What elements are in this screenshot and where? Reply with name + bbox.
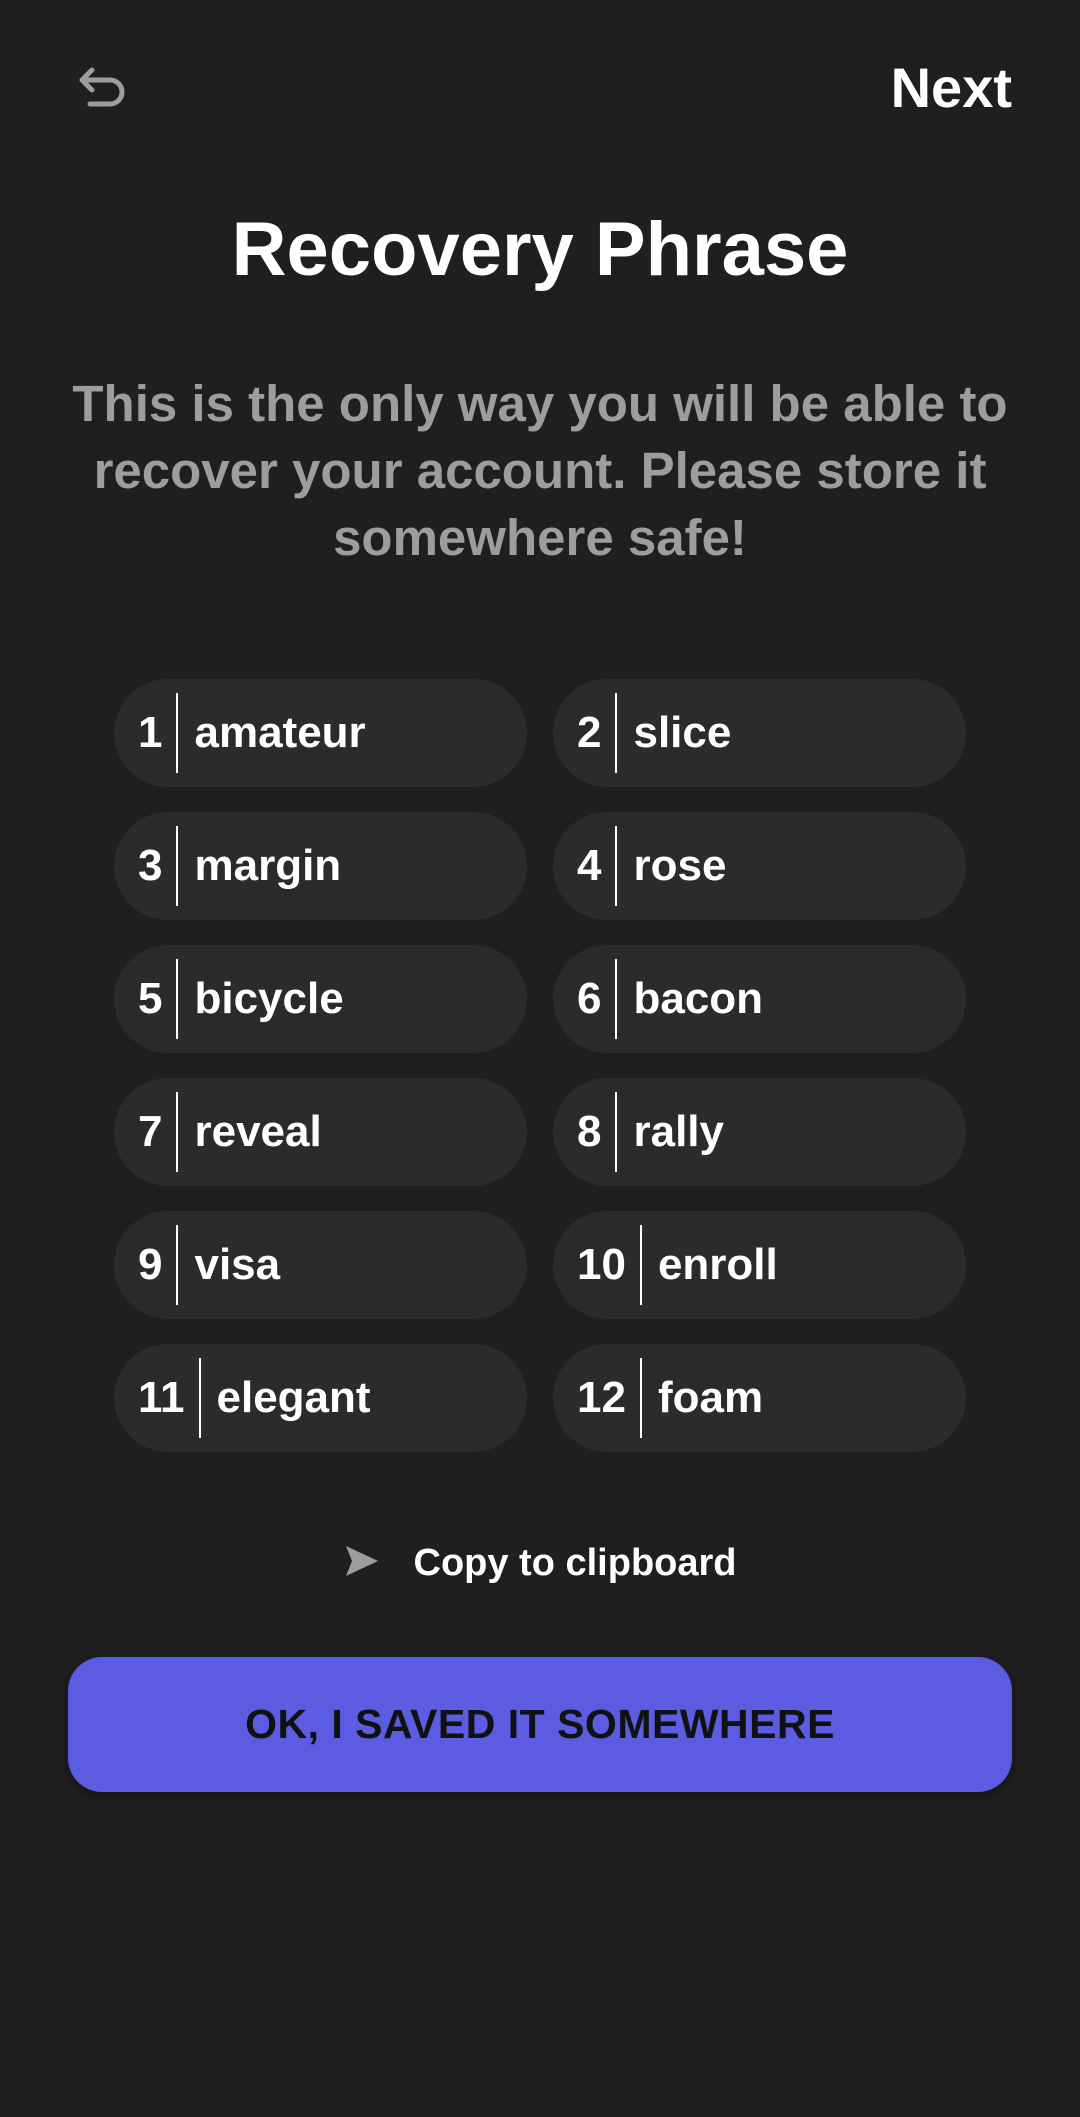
next-button[interactable]: Next xyxy=(891,52,1012,124)
recovery-word-text: rose xyxy=(633,841,727,890)
copy-to-clipboard-button[interactable]: Copy to clipboard xyxy=(0,1535,1080,1591)
recovery-words-grid: 1 amateur 2 slice 3 margin 4 rose 5 bicycle 6 bacon… xyxy=(114,679,966,1452)
undo-arrow-icon xyxy=(76,64,128,117)
recovery-word-number: 6 xyxy=(577,959,618,1039)
recovery-word-text: enroll xyxy=(657,1240,778,1289)
recovery-word-text: foam xyxy=(657,1373,764,1422)
recovery-word-9: 9 visa xyxy=(114,1211,527,1319)
recovery-word-7: 7 reveal xyxy=(114,1078,527,1186)
recovery-word-text: visa xyxy=(194,1240,281,1289)
recovery-word-8: 8 rally xyxy=(553,1078,966,1186)
copy-to-clipboard-label: Copy to clipboard xyxy=(413,1541,737,1584)
recovery-word-10: 10 enroll xyxy=(553,1211,966,1319)
page-title: Recovery Phrase xyxy=(231,207,849,292)
recovery-word-number: 3 xyxy=(138,826,179,906)
recovery-word-text: amateur xyxy=(194,708,366,757)
recovery-word-number: 9 xyxy=(138,1225,179,1305)
back-button[interactable] xyxy=(70,58,134,122)
recovery-word-4: 4 rose xyxy=(553,812,966,920)
instructions-text: This is the only way you will be able to… xyxy=(72,375,1008,566)
recovery-word-5: 5 bicycle xyxy=(114,945,527,1053)
recovery-word-text: bicycle xyxy=(194,974,344,1023)
recovery-word-number: 5 xyxy=(138,959,179,1039)
recovery-word-number: 11 xyxy=(138,1358,201,1438)
recovery-word-1: 1 amateur xyxy=(114,679,527,787)
recovery-word-text: reveal xyxy=(194,1107,322,1156)
recovery-word-number: 1 xyxy=(138,693,179,773)
recovery-word-3: 3 margin xyxy=(114,812,527,920)
recovery-word-2: 2 slice xyxy=(553,679,966,787)
recovery-word-number: 2 xyxy=(577,693,618,773)
recovery-word-text: margin xyxy=(194,841,342,890)
send-icon xyxy=(344,1544,380,1583)
recovery-word-12: 12 foam xyxy=(553,1344,966,1452)
recovery-word-number: 8 xyxy=(577,1092,618,1172)
recovery-word-11: 11 elegant xyxy=(114,1344,527,1452)
recovery-word-number: 4 xyxy=(577,826,618,906)
recovery-word-number: 12 xyxy=(577,1358,642,1438)
recovery-word-6: 6 bacon xyxy=(553,945,966,1053)
saved-confirm-button[interactable]: OK, I SAVED IT SOMEWHERE xyxy=(68,1657,1012,1792)
recovery-word-text: rally xyxy=(633,1107,724,1156)
recovery-word-text: slice xyxy=(633,708,732,757)
recovery-word-number: 7 xyxy=(138,1092,179,1172)
recovery-word-text: bacon xyxy=(633,974,764,1023)
recovery-word-number: 10 xyxy=(577,1225,642,1305)
recovery-word-text: elegant xyxy=(216,1373,371,1422)
